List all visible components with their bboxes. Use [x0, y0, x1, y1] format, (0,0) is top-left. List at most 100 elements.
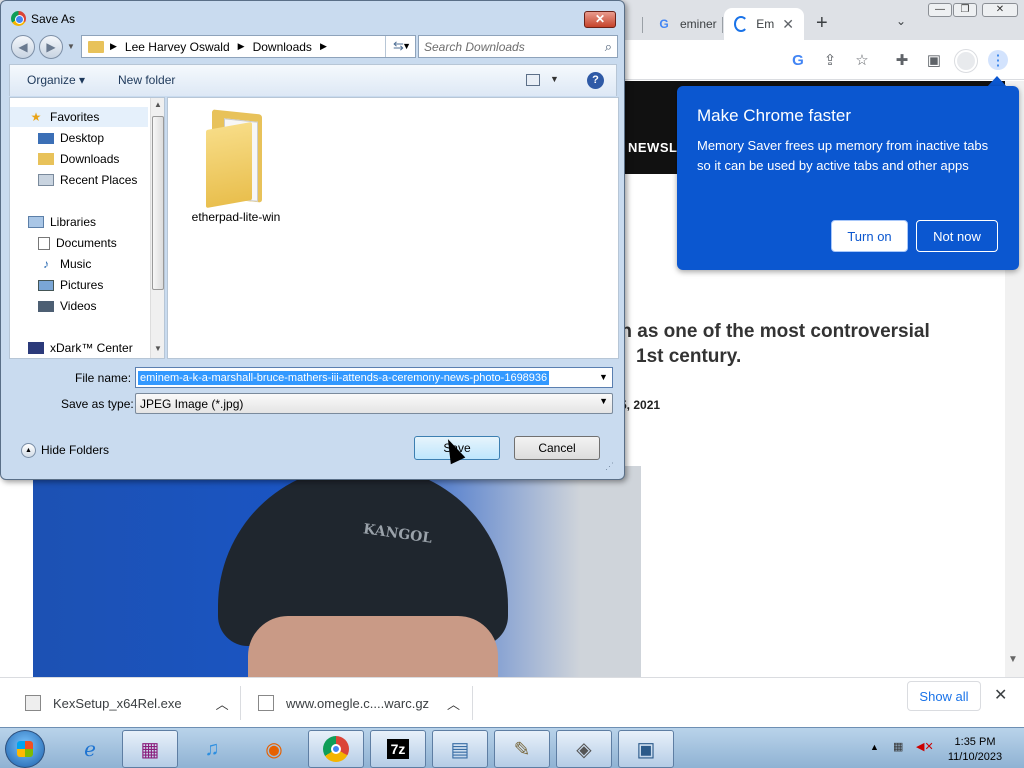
show-all-button[interactable]: Show all	[907, 681, 981, 711]
view-options-icon[interactable]	[526, 74, 540, 86]
new-folder-button[interactable]: New folder	[118, 73, 175, 87]
scroll-thumb[interactable]	[152, 116, 164, 290]
resize-grip-icon[interactable]: ⋰	[605, 461, 614, 472]
scroll-up-arrow-icon[interactable]: ▲	[154, 100, 162, 109]
file-name-dropdown-icon[interactable]: ▼	[595, 368, 612, 387]
extensions-icon[interactable]: ✚	[892, 50, 912, 70]
chrome-taskbar-button[interactable]	[308, 730, 364, 768]
dialog-titlebar[interactable]: Save As ✕	[1, 1, 624, 33]
side-panel-icon[interactable]: ▣	[924, 50, 944, 70]
scroll-down-arrow-icon[interactable]: ▼	[1008, 654, 1018, 665]
nav-music[interactable]: ♪ Music	[38, 254, 91, 274]
scroll-down-arrow-icon[interactable]: ▼	[154, 344, 162, 353]
tab-active[interactable]: Em ✕	[724, 8, 804, 40]
refresh-icon[interactable]: ⇆	[385, 36, 411, 57]
system-clock[interactable]: 1:35 PM 11/10/2023	[942, 735, 1008, 765]
search-input[interactable]: Search Downloads ⌕	[418, 35, 618, 58]
chevron-up-icon[interactable]: ︿	[447, 694, 460, 713]
nav-favorites[interactable]: ★ Favorites	[10, 107, 148, 127]
article-photo: KANGOL	[33, 466, 641, 677]
address-bar[interactable]: ▶ Lee Harvey Oswald ▶ Downloads ▶ ▼	[81, 35, 416, 58]
file-name-value[interactable]: eminem-a-k-a-marshall-bruce-mathers-iii-…	[138, 370, 550, 385]
tab-eminem-search[interactable]: G eminer	[646, 8, 727, 40]
folder-name: etherpad-lite-win	[191, 210, 281, 224]
chrome-icon	[323, 736, 349, 762]
chrome-icon	[11, 11, 26, 26]
documents-icon	[38, 236, 50, 250]
7zip-label: 7z	[386, 739, 410, 759]
setup-icon[interactable]: ◈	[556, 730, 612, 768]
show-hidden-icons[interactable]: ▲	[870, 742, 879, 752]
search-icon: ⌕	[604, 39, 612, 54]
google-lens-icon[interactable]: G	[788, 50, 808, 70]
recent-locations-icon[interactable]: ▼	[67, 42, 75, 51]
tab-search-button[interactable]: ⌄	[896, 14, 906, 28]
firefox-icon[interactable]: ◉	[246, 730, 302, 768]
download-separator	[240, 686, 241, 720]
forward-button[interactable]: ▶	[39, 35, 63, 59]
winrar-icon[interactable]: ▦	[122, 730, 178, 768]
nav-recent-places[interactable]: Recent Places	[38, 170, 137, 190]
7zip-icon[interactable]: 7z	[370, 730, 426, 768]
nav-documents[interactable]: Documents	[38, 233, 117, 253]
maximize-button[interactable]: ❐	[953, 3, 977, 17]
close-shelf-icon[interactable]: ✕	[994, 685, 1007, 705]
organize-button[interactable]: Organize ▾	[27, 73, 85, 87]
recent-places-icon	[38, 174, 54, 186]
chevron-up-icon[interactable]: ︿	[216, 694, 229, 713]
breadcrumb-user[interactable]: Lee Harvey Oswald	[125, 40, 230, 54]
hide-folders-button[interactable]: ▲ Hide Folders	[21, 442, 109, 458]
folder-item[interactable]: etherpad-lite-win	[184, 106, 288, 224]
tab-separator	[642, 17, 643, 33]
folder-icon	[88, 40, 104, 53]
close-window-button[interactable]: ✕	[982, 3, 1018, 17]
pictures-icon	[38, 279, 54, 291]
remote-desktop-icon[interactable]: ▣	[618, 730, 674, 768]
nav-xdark-center[interactable]: xDark™ Center	[28, 338, 133, 358]
minimize-button[interactable]: —	[928, 3, 952, 17]
download-item[interactable]: KexSetup_x64Rel.exe ︿	[25, 678, 229, 728]
download-item[interactable]: www.omegle.c....warc.gz ︿	[258, 678, 460, 728]
nav-label: Videos	[60, 299, 97, 313]
internet-explorer-icon[interactable]: ℯ	[62, 730, 118, 768]
dialog-close-button[interactable]: ✕	[584, 11, 616, 28]
help-icon[interactable]: ?	[587, 72, 604, 89]
folder-tools-icon[interactable]: ✎	[494, 730, 550, 768]
itunes-icon[interactable]: ♫	[184, 730, 240, 768]
menu-icon[interactable]: ⋮	[988, 50, 1008, 70]
share-icon[interactable]: ⇪	[820, 50, 840, 70]
search-placeholder: Search Downloads	[424, 40, 525, 54]
back-button[interactable]: ◀	[11, 35, 35, 59]
star-icon[interactable]: ☆	[852, 50, 872, 70]
nav-videos[interactable]: Videos	[38, 296, 96, 316]
chevron-down-icon[interactable]: ▼	[599, 396, 608, 406]
nav-desktop[interactable]: Desktop	[38, 128, 104, 148]
control-panel-icon[interactable]: ▤	[432, 730, 488, 768]
save-as-dialog: Save As ✕ ◀ ▶ ▼ ▶ Lee Harvey Oswald ▶ Do…	[0, 0, 625, 480]
new-tab-button[interactable]: +	[816, 12, 828, 35]
network-icon[interactable]: ▦	[893, 740, 907, 753]
nav-downloads[interactable]: Downloads	[38, 149, 119, 169]
memory-saver-bubble: Make Chrome faster Memory Saver frees up…	[677, 86, 1019, 270]
nav-scrollbar[interactable]: ▲ ▼	[150, 98, 164, 358]
cancel-button[interactable]: Cancel	[514, 436, 600, 460]
breadcrumb-downloads[interactable]: Downloads	[253, 40, 312, 54]
windows-start-icon[interactable]	[5, 730, 45, 768]
breadcrumb-separator[interactable]: ▶	[320, 41, 327, 52]
breadcrumb-separator[interactable]: ▶	[238, 41, 245, 52]
download-filename: www.omegle.c....warc.gz	[286, 695, 430, 711]
nav-pictures[interactable]: Pictures	[38, 275, 103, 295]
file-name-input[interactable]: eminem-a-k-a-marshall-bruce-mathers-iii-…	[135, 367, 613, 388]
volume-muted-icon[interactable]: ◀✕	[916, 740, 934, 753]
downloads-folder-icon	[38, 153, 54, 165]
turn-on-button[interactable]: Turn on	[831, 220, 908, 252]
tab-close-icon[interactable]: ✕	[782, 16, 794, 33]
profile-avatar[interactable]	[955, 50, 977, 72]
breadcrumb-separator[interactable]: ▶	[110, 41, 117, 52]
save-type-select[interactable]: JPEG Image (*.jpg) ▼	[135, 393, 613, 414]
not-now-button[interactable]: Not now	[916, 220, 998, 252]
clock-time: 1:35 PM	[954, 736, 996, 748]
view-dropdown-icon[interactable]: ▼	[550, 74, 559, 84]
nav-libraries[interactable]: Libraries	[28, 212, 96, 232]
nav-label: Favorites	[50, 110, 100, 124]
